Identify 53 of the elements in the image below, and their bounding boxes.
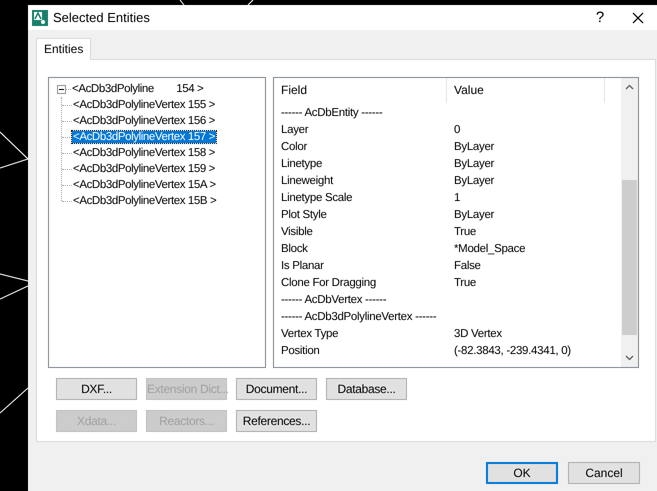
column-header[interactable]: Field: [274, 78, 447, 103]
field-value: (-82.3843, -239.4341, 0): [453, 344, 572, 356]
field-name: Plot Style: [280, 208, 328, 220]
field-value: ByLayer: [453, 208, 496, 220]
tree-item[interactable]: <AcDb3dPolylineVertex 15B >: [72, 195, 218, 207]
field-name: Color: [280, 140, 308, 152]
section-heading: ------ AcDbVertex ------: [280, 294, 388, 306]
field-name: Lineweight: [280, 174, 334, 186]
field-name: Visible: [280, 226, 314, 238]
field-name: Layer: [280, 124, 310, 136]
app-logo-icon: [32, 10, 48, 26]
tree-item[interactable]: <AcDb3dPolylineVertex 159 >: [72, 163, 216, 175]
field-value: True: [453, 226, 478, 238]
field-name: Clone For Dragging: [280, 276, 377, 288]
scroll-down-icon[interactable]: [625, 355, 634, 361]
field-value: *Model_Space: [453, 242, 526, 254]
ok-button[interactable]: OK: [486, 462, 558, 484]
field-value: 1: [453, 192, 462, 204]
field-value: ByLayer: [453, 174, 496, 186]
tree-item[interactable]: <AcDb3dPolyline 154 >: [71, 83, 204, 95]
field-name: Vertex Type: [280, 328, 340, 340]
field-value: ByLayer: [453, 158, 496, 170]
tree-item[interactable]: <AcDb3dPolylineVertex 156 >: [72, 115, 216, 127]
close-icon[interactable]: [632, 12, 644, 24]
scroll-thumb[interactable]: [622, 180, 637, 335]
scrollbar[interactable]: [621, 78, 638, 367]
scroll-up-icon[interactable]: [625, 84, 634, 90]
help-button[interactable]: ?: [590, 9, 610, 26]
field-value: ByLayer: [453, 140, 496, 152]
dialog-button[interactable]: DXF...: [56, 378, 137, 400]
dialog-button[interactable]: Document...: [236, 378, 317, 400]
tab[interactable]: Entities: [36, 38, 92, 60]
field-value: 0: [453, 124, 462, 136]
tree-item[interactable]: <AcDb3dPolylineVertex 155 >: [72, 99, 216, 111]
section-heading: ------ AcDb3dPolylineVertex ------: [280, 310, 438, 322]
section-heading: ------ AcDbEntity ------: [280, 106, 384, 118]
field-value: True: [453, 276, 478, 288]
field-name: Position: [280, 344, 321, 356]
tree-item[interactable]: <AcDb3dPolylineVertex 15A >: [72, 179, 217, 191]
field-value: False: [453, 260, 482, 272]
tree-item[interactable]: <AcDb3dPolylineVertex 158 >: [72, 147, 216, 159]
field-value: 3D Vertex: [453, 328, 503, 340]
window-title: Selected Entities: [53, 10, 151, 25]
dialog-button[interactable]: Database...: [326, 378, 407, 400]
dialog-button[interactable]: References...: [236, 410, 317, 432]
cancel-button[interactable]: Cancel: [568, 462, 640, 484]
field-name: Linetype Scale: [280, 192, 354, 204]
tree-item[interactable]: <AcDb3dPolylineVertex 157 >: [72, 131, 216, 143]
field-name: Is Planar: [280, 260, 325, 272]
field-name: Linetype: [280, 158, 324, 170]
column-header[interactable]: Value: [447, 78, 605, 103]
collapse-icon[interactable]: [57, 84, 66, 94]
field-name: Block: [280, 242, 309, 254]
